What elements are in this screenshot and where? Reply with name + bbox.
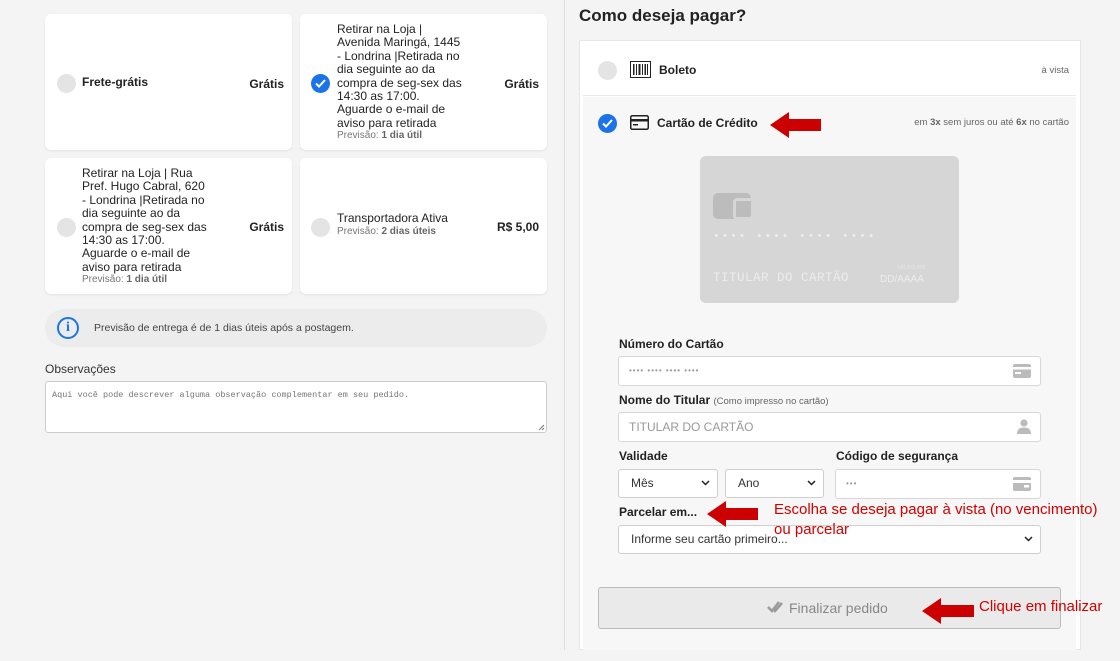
delivery-info-text: Previsão de entrega é de 1 dias úteis ap… [94, 322, 354, 334]
holder-name-label: Nome do Titular (Como impresso no cartão… [619, 393, 829, 407]
payment-method-boleto[interactable]: Boleto à vista [583, 44, 1076, 96]
card-preview-holder: TITULAR DO CARTÃO [713, 271, 850, 285]
finalize-order-label: Finalizar pedido [789, 600, 888, 616]
annotation-arrow-icon [707, 501, 758, 527]
security-code-label: Código de segurança [836, 449, 959, 463]
month-select[interactable]: Mês [618, 469, 718, 498]
radio-unselected[interactable] [57, 74, 76, 93]
delivery-forecast: Previsão: 1 dia útil [82, 274, 168, 285]
shipping-option-price: Grátis [504, 77, 539, 91]
card-preview-valid-label: VÁLIDO ATÉ [897, 265, 926, 271]
radio-selected-check-icon[interactable] [311, 74, 330, 93]
shipping-option-description: Retirar na Loja | Rua Pref. Hugo Cabral,… [82, 166, 207, 274]
shipping-section: Frete-grátis Grátis Retirar na Loja | Av… [0, 0, 565, 661]
finalize-annotation: Clique em finalizar [979, 598, 1103, 615]
installments-offer-note: em 3x sem juros ou até 6x no cartão [914, 117, 1069, 128]
credit-card-icon [1013, 364, 1031, 378]
user-icon [1017, 419, 1031, 434]
holder-name-input[interactable]: TITULAR DO CARTÃO [618, 412, 1041, 442]
card-preview: •••• •••• •••• •••• TITULAR DO CARTÃO VÁ… [700, 156, 959, 303]
payment-method-note: à vista [1041, 65, 1069, 76]
security-code-input[interactable]: ••• [835, 469, 1041, 499]
shipping-option-price: Grátis [249, 220, 284, 234]
shipping-option-price: Grátis [249, 77, 284, 91]
installments-label: Parcelar em... [619, 505, 698, 519]
card-preview-number: •••• •••• •••• •••• [713, 231, 877, 243]
shipping-option-name: Transportadora Ativa [337, 211, 448, 225]
resize-grip-icon[interactable] [538, 424, 545, 431]
shipping-option-frete-gratis[interactable]: Frete-grátis Grátis [45, 14, 292, 150]
payment-title: Como deseja pagar? [579, 6, 747, 25]
info-icon: i [57, 317, 79, 339]
validity-label: Validade [619, 449, 668, 463]
shipping-option-pickup-hugo-cabral[interactable]: Retirar na Loja | Rua Pref. Hugo Cabral,… [45, 158, 292, 294]
delivery-forecast: Previsão: 2 dias úteis [337, 226, 436, 237]
observations-textarea[interactable] [45, 381, 547, 433]
barcode-icon [630, 61, 651, 78]
column-divider [564, 0, 565, 650]
chevron-down-icon [701, 480, 710, 486]
card-number-input[interactable]: •••• •••• •••• •••• [618, 356, 1041, 386]
delivery-info-banner: i Previsão de entrega é de 1 dias úteis … [45, 309, 547, 347]
shipping-option-price: R$ 5,00 [496, 220, 539, 234]
card-preview-valid-value: DD/AAAA [880, 274, 924, 285]
shipping-option-pickup-maringa[interactable]: Retirar na Loja | Avenida Maringá, 1445 … [300, 14, 547, 150]
card-chip-icon [713, 193, 752, 220]
radio-selected-check-icon[interactable] [598, 114, 617, 133]
installments-annotation: Escolha se deseja pagar à vista (no venc… [774, 501, 1098, 538]
delivery-forecast: Previsão: 1 dia útil [337, 130, 423, 141]
radio-unselected[interactable] [57, 218, 76, 237]
radio-unselected[interactable] [311, 218, 330, 237]
card-back-icon [1013, 477, 1031, 491]
shipping-option-transportadora[interactable]: Transportadora Ativa Previsão: 2 dias út… [300, 158, 547, 294]
annotation-arrow-icon [922, 598, 974, 624]
radio-unselected[interactable] [598, 61, 617, 80]
shipping-option-name: Frete-grátis [82, 75, 149, 89]
double-check-icon [767, 601, 783, 613]
card-number-label: Número do Cartão [619, 337, 724, 351]
observations-label: Observações [45, 362, 116, 376]
credit-card-icon [630, 115, 649, 130]
shipping-option-description: Retirar na Loja | Avenida Maringá, 1445 … [337, 22, 462, 130]
payment-method-label: Boleto [659, 63, 697, 77]
payment-method-label: Cartão de Crédito [657, 116, 758, 130]
chevron-down-icon [807, 480, 816, 486]
year-select[interactable]: Ano [725, 469, 824, 498]
annotation-arrow-icon [770, 112, 821, 138]
